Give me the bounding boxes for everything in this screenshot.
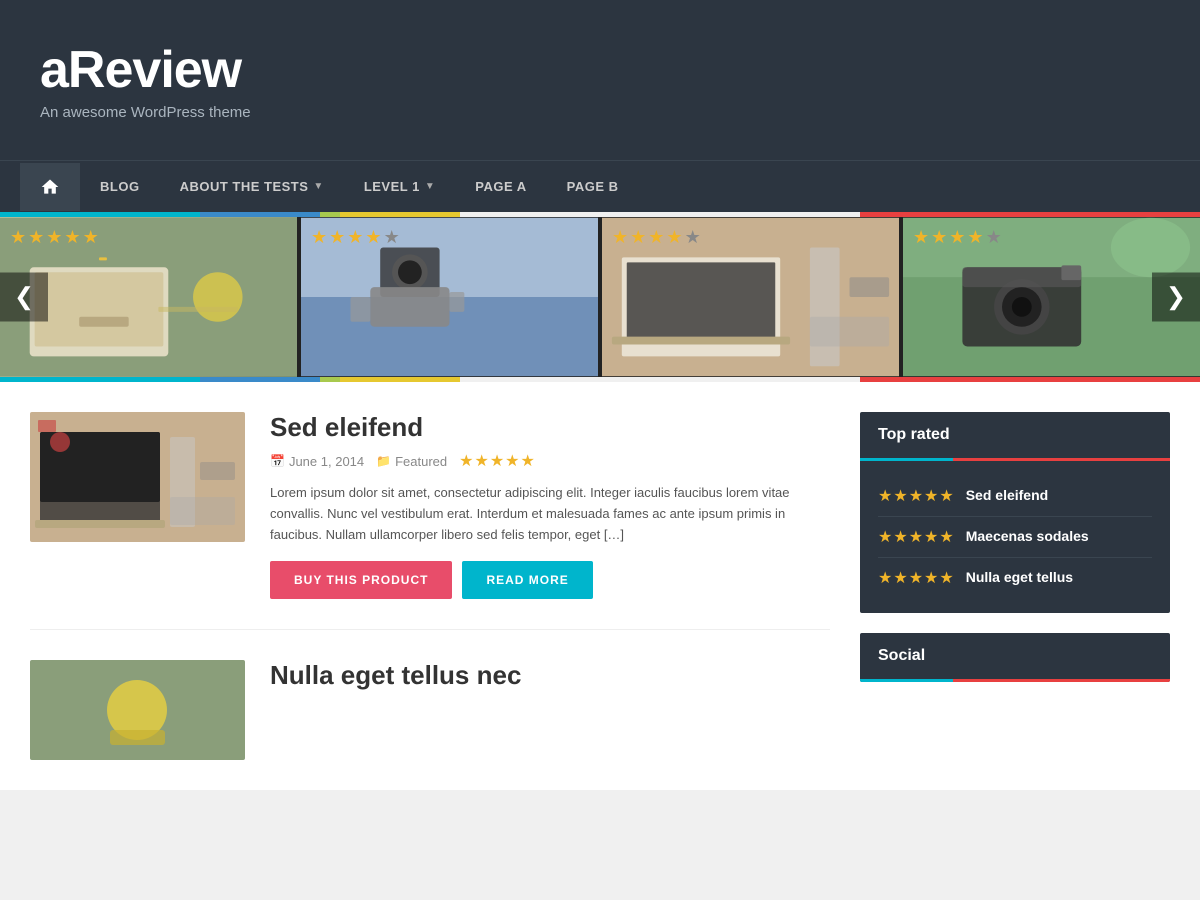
nav-item-pageB[interactable]: PAGE B: [547, 161, 639, 212]
top-rated-stars: ★ ★ ★ ★ ★: [878, 486, 954, 506]
chevron-down-icon: ▼: [313, 181, 323, 192]
carousel-stars: ★ ★ ★ ★ ★: [612, 227, 701, 248]
home-icon: [40, 177, 60, 197]
article-rating: ★ ★ ★ ★ ★: [459, 451, 535, 471]
buy-product-button[interactable]: BUY THIS PRODUCT: [270, 561, 452, 599]
widget-title: Top rated: [860, 412, 1170, 458]
carousel-inner: ★ ★ ★ ★ ★ ★ ★ ★ ★: [0, 217, 1200, 377]
top-rated-item[interactable]: ★ ★ ★ ★ ★ Nulla eget tellus: [878, 558, 1152, 598]
carousel-item[interactable]: ★ ★ ★ ★ ★: [301, 217, 598, 377]
nav-item-blog[interactable]: BLOG: [80, 161, 160, 212]
article-title: Sed eleifend: [270, 412, 830, 443]
article-thumbnail: [30, 660, 245, 760]
carousel-stars: ★ ★ ★ ★ ★: [10, 227, 99, 248]
carousel-item[interactable]: ★ ★ ★ ★ ★: [602, 217, 899, 377]
top-rated-widget: Top rated ★ ★ ★ ★ ★ Sed eleifend ★: [860, 412, 1170, 613]
nav-item-level1[interactable]: LEVEL 1 ▼: [344, 161, 455, 212]
calendar-icon: 📅: [270, 454, 285, 468]
carousel-stars: ★ ★ ★ ★ ★: [311, 227, 400, 248]
carousel-prev-button[interactable]: ❮: [0, 273, 48, 322]
article-thumbnail: [30, 412, 245, 542]
sidebar: Top rated ★ ★ ★ ★ ★ Sed eleifend ★: [860, 412, 1170, 760]
nav-item-pageA[interactable]: PAGE A: [455, 161, 546, 212]
main-nav: BLOG ABOUT THE TESTS ▼ LEVEL 1 ▼ PAGE A …: [0, 160, 1200, 212]
site-tagline: An awesome WordPress theme: [40, 104, 1160, 121]
site-header: aReview An awesome WordPress theme: [0, 0, 1200, 160]
article-item: Nulla eget tellus nec: [30, 660, 830, 760]
read-more-button[interactable]: READ MORE: [462, 561, 592, 599]
carousel-next-button[interactable]: ❯: [1152, 273, 1200, 322]
top-rated-item[interactable]: ★ ★ ★ ★ ★ Maecenas sodales: [878, 517, 1152, 558]
top-rated-title: Sed eleifend: [966, 486, 1048, 504]
social-widget-title: Social: [860, 633, 1170, 679]
chevron-down-icon: ▼: [425, 181, 435, 192]
article-body: Sed eleifend 📅 June 1, 2014 📁 Featured ★…: [270, 412, 830, 599]
color-bar-bottom: [0, 377, 1200, 382]
carousel-section: ❮ ★ ★ ★ ★ ★: [0, 217, 1200, 377]
articles-list: Sed eleifend 📅 June 1, 2014 📁 Featured ★…: [30, 412, 830, 760]
folder-icon: 📁: [376, 454, 391, 468]
article-item: Sed eleifend 📅 June 1, 2014 📁 Featured ★…: [30, 412, 830, 630]
top-rated-item[interactable]: ★ ★ ★ ★ ★ Sed eleifend: [878, 476, 1152, 517]
top-rated-stars: ★ ★ ★ ★ ★: [878, 527, 954, 547]
top-rated-list: ★ ★ ★ ★ ★ Sed eleifend ★ ★ ★ ★ ★: [860, 461, 1170, 613]
article-title: Nulla eget tellus nec: [270, 660, 830, 691]
nav-home-button[interactable]: [20, 163, 80, 211]
article-date: 📅 June 1, 2014: [270, 454, 364, 469]
top-rated-title: Maecenas sodales: [966, 527, 1089, 545]
top-rated-title: Nulla eget tellus: [966, 568, 1073, 586]
article-meta: 📅 June 1, 2014 📁 Featured ★ ★ ★ ★ ★: [270, 451, 830, 471]
nav-item-about[interactable]: ABOUT THE TESTS ▼: [160, 161, 344, 212]
main-content-area: Sed eleifend 📅 June 1, 2014 📁 Featured ★…: [0, 382, 1200, 790]
article-category: 📁 Featured: [376, 454, 447, 469]
site-title: aReview: [40, 44, 1160, 96]
article-buttons: BUY THIS PRODUCT READ MORE: [270, 561, 830, 599]
article-excerpt: Lorem ipsum dolor sit amet, consectetur …: [270, 483, 830, 545]
social-widget: Social: [860, 633, 1170, 682]
top-rated-stars: ★ ★ ★ ★ ★: [878, 568, 954, 588]
article-body: Nulla eget tellus nec: [270, 660, 830, 760]
carousel-stars: ★ ★ ★ ★ ★: [913, 227, 1002, 248]
